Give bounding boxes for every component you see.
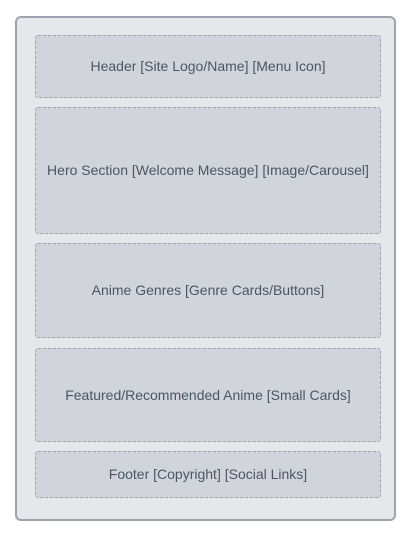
featured-section: Featured/Recommended Anime [Small Cards] <box>35 348 381 442</box>
hero-section: Hero Section [Welcome Message] [Image/Ca… <box>35 107 381 234</box>
hero-section-label: Hero Section [Welcome Message] [Image/Ca… <box>47 162 369 179</box>
genres-section: Anime Genres [Genre Cards/Buttons] <box>35 243 381 338</box>
featured-section-label: Featured/Recommended Anime [Small Cards] <box>65 386 351 403</box>
footer-section: Footer [Copyright] [Social Links] <box>35 451 381 498</box>
genres-section-label: Anime Genres [Genre Cards/Buttons] <box>91 282 325 299</box>
header-section: Header [Site Logo/Name] [Menu Icon] <box>35 35 381 98</box>
wireframe-container: Header [Site Logo/Name] [Menu Icon] Hero… <box>15 16 396 521</box>
footer-section-label: Footer [Copyright] [Social Links] <box>108 466 308 483</box>
header-section-label: Header [Site Logo/Name] [Menu Icon] <box>90 58 326 75</box>
